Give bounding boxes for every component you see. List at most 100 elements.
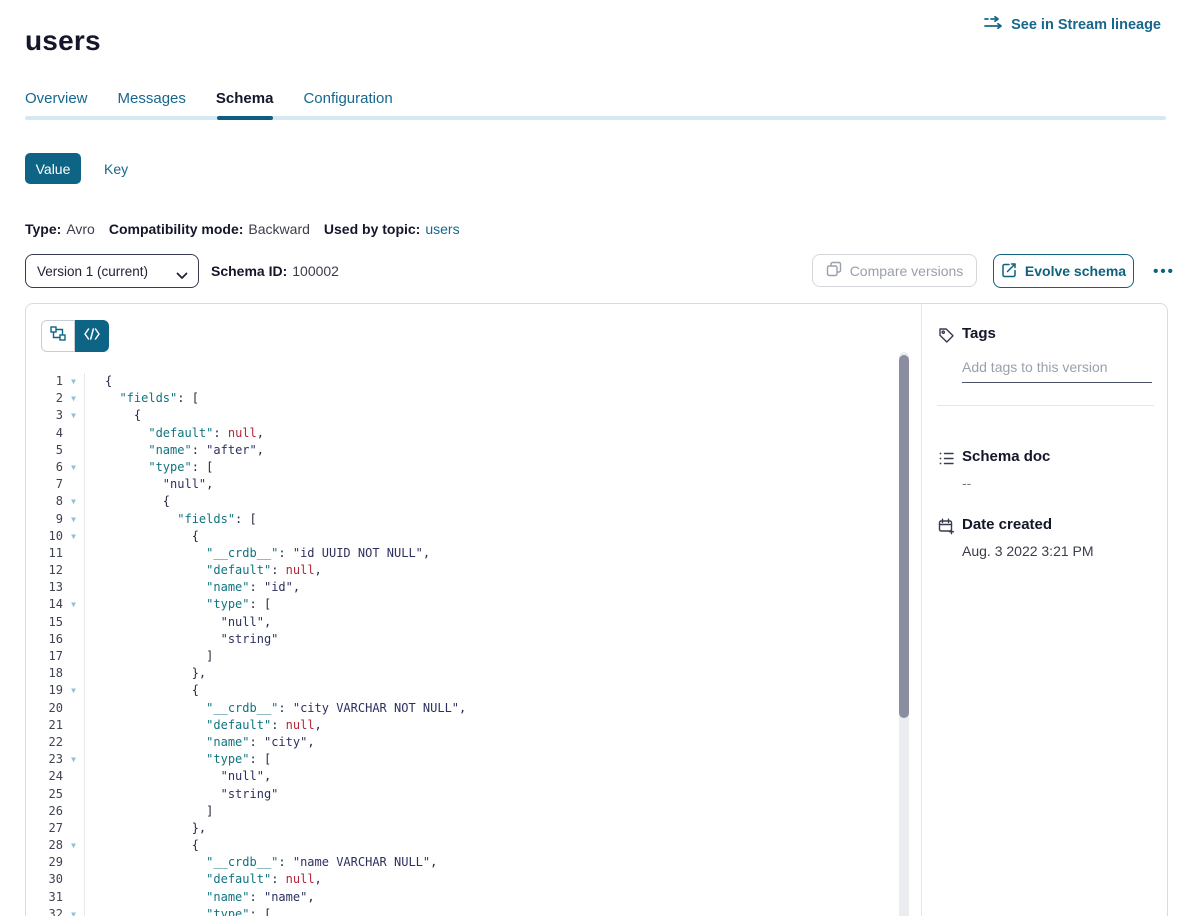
stream-lineage-label: See in Stream lineage xyxy=(1011,17,1161,33)
fold-arrow-icon[interactable]: ▼ xyxy=(63,682,85,699)
code-line: 12 "default": null, xyxy=(26,562,921,579)
compare-versions-label: Compare versions xyxy=(850,263,964,279)
code-line: 10▼ { xyxy=(26,528,921,545)
sidebar-divider xyxy=(937,405,1154,406)
fold-gutter xyxy=(63,768,85,785)
code-line: 30 "default": null, xyxy=(26,871,921,888)
fold-gutter xyxy=(63,889,85,906)
stream-lineage-link[interactable]: See in Stream lineage xyxy=(984,15,1161,34)
fold-arrow-icon[interactable]: ▼ xyxy=(63,407,85,424)
code-line: 2▼ "fields": [ xyxy=(26,390,921,407)
code-view-button[interactable] xyxy=(75,320,109,352)
type-label: Type: xyxy=(25,221,61,237)
tab-configuration[interactable]: Configuration xyxy=(303,90,392,107)
type-value: Avro xyxy=(66,221,95,237)
tab-messages[interactable]: Messages xyxy=(118,90,186,107)
line-number: 9 xyxy=(26,511,63,528)
fold-arrow-icon[interactable]: ▼ xyxy=(63,596,85,613)
code-line: 7 "null", xyxy=(26,476,921,493)
line-number: 7 xyxy=(26,476,63,493)
line-number: 5 xyxy=(26,442,63,459)
code-line: 24 "null", xyxy=(26,768,921,785)
fold-gutter xyxy=(63,786,85,803)
version-toolbar: Version 1 (current) Schema ID: 100002 Co… xyxy=(0,254,1189,288)
scrollbar-thumb[interactable] xyxy=(899,355,909,718)
schema-panel: 1▼{2▼ "fields": [3▼ {4 "default": null,5… xyxy=(25,303,1168,916)
code-line: 15 "null", xyxy=(26,614,921,631)
page-title: users xyxy=(25,25,101,57)
fold-gutter xyxy=(63,803,85,820)
evolve-schema-button[interactable]: Evolve schema xyxy=(993,254,1134,288)
code-line: 19▼ { xyxy=(26,682,921,699)
line-number: 29 xyxy=(26,854,63,871)
fold-arrow-icon[interactable]: ▼ xyxy=(63,511,85,528)
code-line: 4 "default": null, xyxy=(26,425,921,442)
line-number: 1 xyxy=(26,373,63,390)
fold-arrow-icon[interactable]: ▼ xyxy=(63,837,85,854)
code-line: 32▼ "type": [ xyxy=(26,906,921,916)
code-line: 25 "string" xyxy=(26,786,921,803)
tab-overview[interactable]: Overview xyxy=(25,90,88,107)
fold-gutter xyxy=(63,545,85,562)
editor-scrollbar[interactable] xyxy=(899,352,909,916)
tab-bar: Overview Messages Schema Configuration xyxy=(25,90,393,107)
schema-doc-heading: Schema doc xyxy=(962,448,1050,465)
compatibility-label: Compatibility mode: xyxy=(109,221,244,237)
fold-gutter xyxy=(63,614,85,631)
code-line: 11 "__crdb__": "id UUID NOT NULL", xyxy=(26,545,921,562)
line-number: 21 xyxy=(26,717,63,734)
fold-gutter xyxy=(63,579,85,596)
tree-view-button[interactable] xyxy=(41,320,75,352)
code-line: 8▼ { xyxy=(26,493,921,510)
line-number: 3 xyxy=(26,407,63,424)
active-tab-indicator xyxy=(217,116,273,120)
fold-arrow-icon[interactable]: ▼ xyxy=(63,373,85,390)
add-tags-input[interactable] xyxy=(962,357,1152,383)
fold-gutter xyxy=(63,442,85,459)
fold-gutter xyxy=(63,871,85,888)
schema-meta-row: Type: Avro Compatibility mode: Backward … xyxy=(25,221,460,237)
fold-arrow-icon[interactable]: ▼ xyxy=(63,906,85,916)
schema-code-editor[interactable]: 1▼{2▼ "fields": [3▼ {4 "default": null,5… xyxy=(26,373,921,916)
tab-schema[interactable]: Schema xyxy=(216,90,274,107)
line-number: 30 xyxy=(26,871,63,888)
compare-versions-button[interactable]: Compare versions xyxy=(812,254,977,287)
evolve-schema-label: Evolve schema xyxy=(1025,263,1126,279)
code-line: 14▼ "type": [ xyxy=(26,596,921,613)
line-number: 4 xyxy=(26,425,63,442)
line-number: 12 xyxy=(26,562,63,579)
compare-icon xyxy=(826,261,842,280)
fold-arrow-icon[interactable]: ▼ xyxy=(63,493,85,510)
fold-arrow-icon[interactable]: ▼ xyxy=(63,751,85,768)
code-line: 6▼ "type": [ xyxy=(26,459,921,476)
fold-gutter xyxy=(63,631,85,648)
version-select[interactable]: Version 1 (current) xyxy=(25,254,199,288)
date-created-heading: Date created xyxy=(962,516,1052,533)
date-created-value: Aug. 3 2022 3:21 PM xyxy=(962,543,1094,559)
line-number: 17 xyxy=(26,648,63,665)
code-line: 20 "__crdb__": "city VARCHAR NOT NULL", xyxy=(26,700,921,717)
key-toggle-button[interactable]: Key xyxy=(96,153,136,184)
edit-icon xyxy=(1001,262,1017,281)
code-line: 5 "name": "after", xyxy=(26,442,921,459)
fold-arrow-icon[interactable]: ▼ xyxy=(63,390,85,407)
tag-icon xyxy=(938,327,955,349)
code-line: 18 }, xyxy=(26,665,921,682)
fold-arrow-icon[interactable]: ▼ xyxy=(63,459,85,476)
code-line: 27 }, xyxy=(26,820,921,837)
fold-arrow-icon[interactable]: ▼ xyxy=(63,528,85,545)
code-line: 16 "string" xyxy=(26,631,921,648)
topic-link[interactable]: users xyxy=(425,221,459,237)
fold-gutter xyxy=(63,476,85,493)
more-options-button[interactable]: ••• xyxy=(1146,254,1182,288)
value-toggle-button[interactable]: Value xyxy=(25,153,81,184)
fold-gutter xyxy=(63,734,85,751)
code-line: 22 "name": "city", xyxy=(26,734,921,751)
line-number: 16 xyxy=(26,631,63,648)
tags-heading: Tags xyxy=(962,325,996,342)
schema-id-label: Schema ID: xyxy=(211,263,287,279)
fold-gutter xyxy=(63,562,85,579)
line-number: 28 xyxy=(26,837,63,854)
line-number: 6 xyxy=(26,459,63,476)
line-number: 14 xyxy=(26,596,63,613)
